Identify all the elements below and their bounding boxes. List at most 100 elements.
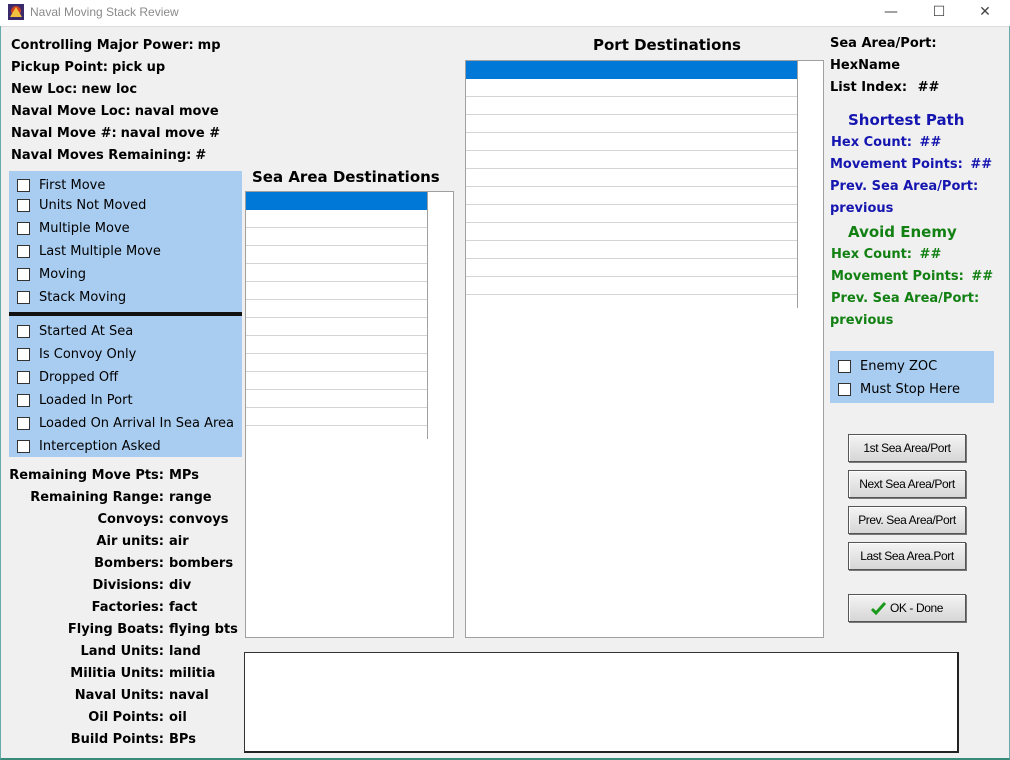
checkbox-label: Stack Moving [39, 289, 127, 305]
port-rows [466, 61, 797, 295]
info-new-loc: New Loc: new loc [11, 82, 137, 97]
checkbox-box[interactable] [17, 416, 30, 430]
checkbox-must-stop-here[interactable]: Must Stop Here [838, 380, 960, 398]
checkbox-multiple-move[interactable]: Multiple Move [17, 219, 130, 237]
list-item[interactable] [246, 300, 427, 318]
list-item[interactable] [466, 151, 797, 169]
checkbox-first-move[interactable]: First Move [17, 176, 105, 194]
list-item[interactable] [246, 282, 427, 300]
first-sea-area-button[interactable]: 1st Sea Area/Port [848, 434, 966, 462]
stat-value: flying bts [169, 622, 238, 637]
avoid-enemy-heading: Avoid Enemy [848, 223, 957, 241]
list-item[interactable] [246, 264, 427, 282]
checkbox-label: Is Convoy Only [39, 346, 137, 362]
checkbox-box[interactable] [17, 244, 30, 258]
list-item[interactable] [466, 223, 797, 241]
port-list[interactable] [465, 60, 824, 638]
last-sea-area-button[interactable]: Last Sea Area.Port [848, 542, 966, 570]
checkbox-label: Dropped Off [39, 369, 119, 385]
info-pickup-point: Pickup Point: pick up [11, 60, 165, 75]
list-index-value: ## [917, 80, 940, 95]
list-item[interactable] [466, 187, 797, 205]
hex-count-label: Hex Count: [831, 247, 913, 262]
column-divider [797, 61, 798, 308]
maximize-button[interactable]: ☐ [916, 0, 962, 26]
checkbox-box[interactable] [17, 347, 30, 361]
checkbox-box[interactable] [17, 324, 30, 338]
stat-label: Divisions: [92, 578, 165, 593]
info-label: Naval Moves Remaining: [11, 148, 192, 163]
checkbox-box[interactable] [17, 393, 30, 407]
checkbox-label: Units Not Moved [39, 197, 147, 213]
checkbox-label: Loaded On Arrival In Sea Area [39, 415, 235, 431]
list-item[interactable] [246, 228, 427, 246]
checkbox-box[interactable] [17, 439, 30, 453]
checkbox-units-not-moved[interactable]: Units Not Moved [17, 196, 146, 214]
checkbox-box[interactable] [17, 221, 30, 235]
info-controlling-power: Controlling Major Power: mp [11, 38, 221, 53]
hex-count-value: ## [919, 135, 942, 150]
list-item[interactable] [466, 205, 797, 223]
sea-area-list[interactable] [245, 191, 454, 638]
list-item[interactable] [246, 408, 427, 426]
checkbox-loaded-in-port[interactable]: Loaded In Port [17, 391, 133, 409]
checkbox-box[interactable] [17, 370, 30, 384]
list-item[interactable] [466, 241, 797, 259]
stat-value: MPs [169, 468, 199, 483]
list-item[interactable] [246, 210, 427, 228]
list-item-selected[interactable] [246, 192, 427, 210]
checkbox-is-convoy-only[interactable]: Is Convoy Only [17, 345, 136, 363]
checkbox-moving[interactable]: Moving [17, 265, 86, 283]
list-item-selected[interactable] [466, 61, 797, 79]
list-item[interactable] [246, 354, 427, 372]
list-item[interactable] [466, 115, 797, 133]
checkbox-stack-moving[interactable]: Stack Moving [17, 288, 126, 306]
list-item[interactable] [246, 372, 427, 390]
checkbox-box[interactable] [17, 290, 30, 304]
stat-value: naval [169, 688, 209, 703]
stat-label: Land Units: [80, 644, 164, 659]
list-item[interactable] [466, 79, 797, 97]
message-area[interactable] [244, 652, 959, 753]
stats-labels: Remaining Move Pts: Remaining Range: Con… [0, 468, 164, 752]
close-button[interactable]: ✕ [962, 0, 1008, 26]
prev-sea-area-button[interactable]: Prev. Sea Area/Port [848, 506, 966, 534]
stat-value: oil [169, 710, 187, 725]
shortest-prev-value: previous [830, 201, 894, 216]
list-item[interactable] [466, 169, 797, 187]
checkbox-label: First Move [39, 177, 106, 193]
checkbox-loaded-on-arrival[interactable]: Loaded On Arrival In Sea Area [17, 414, 234, 432]
list-item[interactable] [466, 97, 797, 115]
hex-count-label: Hex Count: [831, 135, 913, 150]
checkbox-last-multiple-move[interactable]: Last Multiple Move [17, 242, 161, 260]
zoc-panel: Enemy ZOC Must Stop Here [830, 351, 994, 403]
ok-done-button[interactable]: OK - Done [848, 594, 966, 622]
shortest-movement-points: Movement Points: ## [830, 157, 992, 172]
next-sea-area-button[interactable]: Next Sea Area/Port [848, 470, 966, 498]
list-item[interactable] [246, 318, 427, 336]
checkbox-enemy-zoc[interactable]: Enemy ZOC [838, 357, 937, 375]
checkbox-box[interactable] [17, 178, 30, 192]
checkbox-box[interactable] [838, 382, 851, 396]
checkbox-interception-asked[interactable]: Interception Asked [17, 437, 161, 455]
list-item[interactable] [466, 259, 797, 277]
checkbox-box[interactable] [17, 198, 30, 212]
hexname-label: HexName [830, 58, 901, 73]
status-panel-transport: Started At Sea Is Convoy Only Dropped Of… [9, 316, 242, 457]
list-item[interactable] [246, 390, 427, 408]
ok-done-label: OK - Done [889, 601, 944, 615]
list-item[interactable] [466, 133, 797, 151]
info-naval-moves-remaining: Naval Moves Remaining: # [11, 148, 206, 163]
stat-label: Naval Units: [74, 688, 164, 703]
list-item[interactable] [466, 277, 797, 295]
column-divider [427, 192, 428, 439]
checkbox-dropped-off[interactable]: Dropped Off [17, 368, 118, 386]
minimize-button[interactable]: — [868, 0, 914, 26]
checkbox-box[interactable] [838, 359, 851, 373]
checkbox-label: Interception Asked [39, 438, 161, 454]
checkbox-started-at-sea[interactable]: Started At Sea [17, 322, 133, 340]
list-item[interactable] [246, 336, 427, 354]
checkbox-box[interactable] [17, 267, 30, 281]
list-item[interactable] [246, 246, 427, 264]
info-value: naval move [134, 104, 219, 119]
